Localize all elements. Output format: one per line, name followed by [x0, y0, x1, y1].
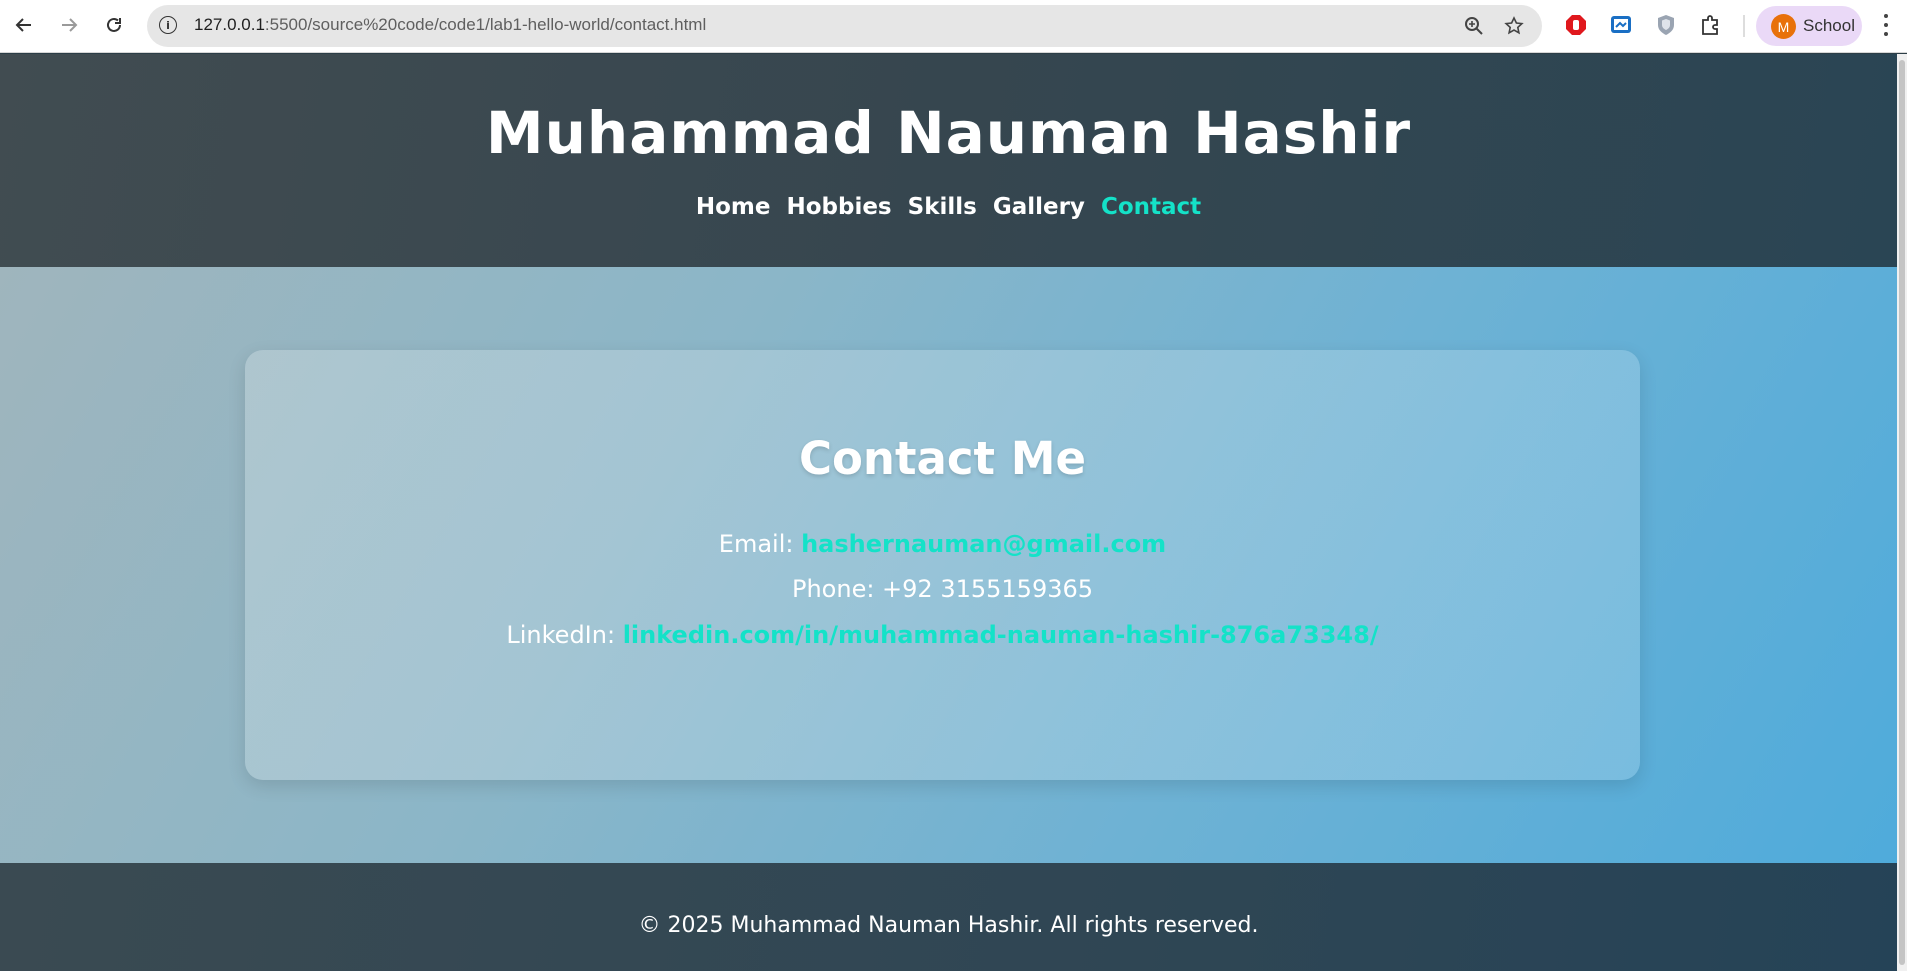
site-header: Muhammad Nauman Hashir Home Hobbies Skills…: [0, 54, 1897, 267]
shield-extension-icon[interactable]: [1653, 12, 1679, 38]
site-info-icon[interactable]: i: [159, 16, 177, 34]
contact-heading: Contact Me: [798, 432, 1086, 485]
profile-name: School: [1803, 16, 1855, 35]
browser-toolbar: i 127.0.0.1:5500/source%20code/code1/lab…: [0, 0, 1907, 53]
screen-extension-icon[interactable]: [1608, 12, 1634, 38]
contact-card: Contact Me Email: hashernauman@gmail.com…: [245, 350, 1640, 780]
page-title: Muhammad Nauman Hashir: [485, 99, 1412, 167]
avatar: M: [1771, 14, 1796, 39]
main-nav: Home Hobbies Skills Gallery Contact: [0, 194, 1897, 220]
email-label: Email:: [718, 530, 794, 558]
phone-text: Phone: +92 3155159365: [791, 575, 1094, 603]
linkedin-label: LinkedIn:: [506, 621, 616, 649]
forward-icon[interactable]: [55, 11, 83, 39]
email-link[interactable]: hashernauman@gmail.com: [801, 530, 1166, 558]
linkedin-link[interactable]: linkedin.com/in/muhammad-nauman-hashir-8…: [623, 621, 1379, 649]
nav-link-gallery[interactable]: Gallery: [993, 194, 1085, 220]
back-icon[interactable]: [10, 11, 38, 39]
page-scrollbar[interactable]: [1897, 54, 1907, 971]
reload-icon[interactable]: [100, 11, 128, 39]
menu-dots-icon[interactable]: [1876, 12, 1896, 38]
url-host: 127.0.0.1: [194, 15, 265, 34]
nav-link-home[interactable]: Home: [696, 194, 771, 220]
email-row: Email: hashernauman@gmail.com: [245, 530, 1640, 558]
nav-link-contact[interactable]: Contact: [1101, 194, 1201, 220]
site-footer: © 2025 Muhammad Nauman Hashir. All right…: [0, 863, 1897, 971]
url-text[interactable]: 127.0.0.1:5500/source%20code/code1/lab1-…: [194, 15, 706, 35]
bookmark-star-icon[interactable]: [1501, 13, 1527, 39]
nav-link-skills[interactable]: Skills: [908, 194, 977, 220]
scrollbar-thumb[interactable]: [1899, 60, 1905, 965]
linkedin-row: LinkedIn: linkedin.com/in/muhammad-nauma…: [245, 621, 1640, 649]
main-section: Contact Me Email: hashernauman@gmail.com…: [0, 267, 1897, 863]
zoom-icon[interactable]: [1461, 13, 1487, 39]
adblock-extension-icon[interactable]: [1563, 12, 1589, 38]
url-path: :5500/source%20code/code1/lab1-hello-wor…: [264, 15, 707, 34]
nav-link-hobbies[interactable]: Hobbies: [786, 194, 891, 220]
page-viewport: Muhammad Nauman Hashir Home Hobbies Skills…: [0, 54, 1897, 971]
phone-row: Phone: +92 3155159365: [245, 575, 1640, 603]
profile-button[interactable]: M School: [1756, 6, 1862, 46]
footer-copyright: © 2025 Muhammad Nauman Hashir. All right…: [638, 913, 1259, 938]
extensions-puzzle-icon[interactable]: [1698, 12, 1724, 38]
address-bar[interactable]: i 127.0.0.1:5500/source%20code/code1/lab…: [147, 5, 1542, 47]
toolbar-divider: [1743, 15, 1745, 37]
